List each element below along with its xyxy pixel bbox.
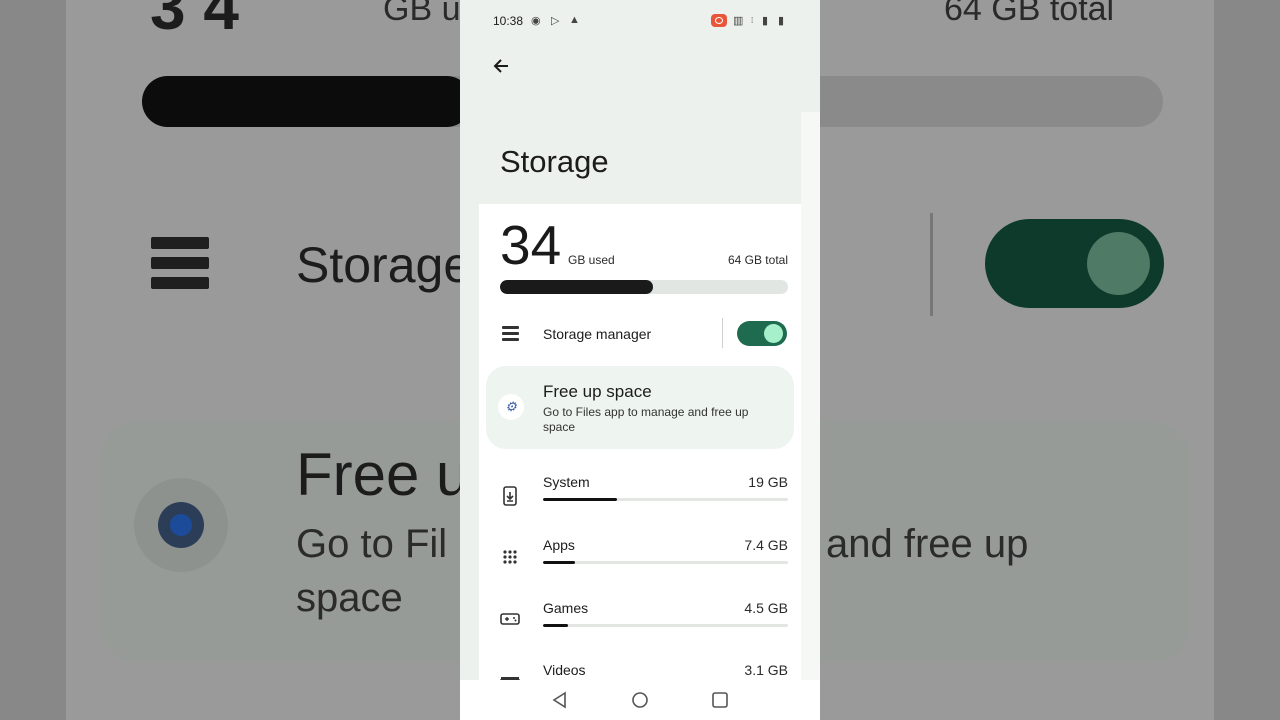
background-used-label: GB u [383,0,461,28]
phone-screen: 10:38 ◉ ▷ ▲ ▥ ⁞ ▮ ▮ Storage 34 GB used 6… [460,0,820,720]
background-desc-2: and free up [826,522,1029,566]
category-name: Videos [543,662,586,678]
category-size: 19 GB [748,474,788,490]
network-icon: ⁞ [751,16,754,25]
background-desc-3: space [296,576,403,620]
category-name: Games [543,600,589,616]
category-size: 3.1 GB [744,662,788,678]
apps-grid-icon [500,549,520,569]
storage-manager-toggle[interactable] [737,321,787,346]
play-store-icon: ▷ [551,15,560,27]
free-up-space-card[interactable]: ⚙ Free up space Go to Files app to manag… [486,366,794,449]
record-dot-icon: ◉ [531,15,541,27]
nav-home-icon[interactable] [630,690,650,710]
storage-usage-bar [500,280,788,294]
used-unit: GB used [568,253,615,267]
free-up-space-description: Go to Files app to manage and free up sp… [543,405,749,434]
toggle-thumb [764,324,783,343]
page-title: Storage [500,144,609,179]
total-storage: 64 GB total [727,253,788,267]
category-bar [543,624,788,627]
background-gear-icon [134,478,228,572]
storage-manager-label: Storage manager [543,326,652,342]
navigation-bar [460,680,820,720]
background-storage-icon [151,237,209,289]
divider [722,318,723,348]
background-divider [930,213,933,316]
storage-manager-icon [502,326,519,341]
vibrate-icon: ▥ [733,15,744,27]
background-storage-label: Storage [296,237,472,293]
category-bar [543,498,788,501]
background-free-up-label: Free u [296,441,470,508]
gear-icon: ⚙ [498,394,524,420]
category-row-games[interactable]: Games 4.5 GB [479,592,801,652]
storage-usage-fill [500,280,653,294]
status-bar: 10:38 ◉ ▷ ▲ ▥ ⁞ ▮ ▮ [460,0,820,42]
incognito-icon: ▲ [569,14,580,26]
category-bar-fill [543,498,617,501]
category-size: 4.5 GB [744,600,788,616]
background-toggle [985,219,1164,308]
phone-download-icon [500,486,520,506]
background-used-number: 3 4 [150,0,239,43]
nav-recents-icon[interactable] [710,690,730,710]
screen-record-icon [711,14,727,27]
category-size: 7.4 GB [744,537,788,553]
category-name: System [543,474,590,490]
status-time: 10:38 [493,14,524,28]
storage-content: 34 GB used 64 GB total Storage manager ⚙… [479,204,801,720]
category-bar-fill [543,624,568,627]
back-arrow-icon[interactable] [492,56,516,80]
storage-manager-row[interactable]: Storage manager [479,312,801,358]
background-total-label: 64 GB total [944,0,1115,28]
free-up-space-title: Free up space [543,382,652,401]
category-bar [543,561,788,564]
category-row-system[interactable]: System 19 GB [479,466,801,526]
background-desc-1: Go to Fil [296,522,448,566]
used-value: 34 [500,214,562,276]
category-row-apps[interactable]: Apps 7.4 GB [479,529,801,589]
nav-back-icon[interactable] [550,690,570,710]
gamepad-icon [500,612,520,632]
signal-icon: ▮ [762,15,769,27]
scroll-edge [801,112,820,720]
category-bar-fill [543,561,575,564]
category-name: Apps [543,537,575,553]
battery-icon: ▮ [778,15,785,27]
